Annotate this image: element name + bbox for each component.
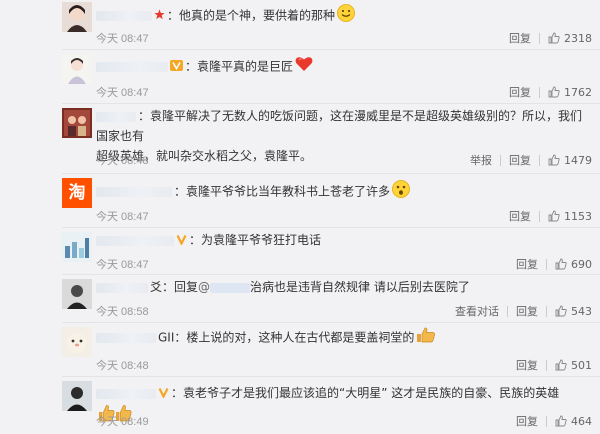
username-tail: 爻 — [150, 280, 163, 294]
avatar[interactable]: 淘 — [62, 178, 92, 208]
username[interactable] — [96, 187, 172, 197]
thumbs-up-icon — [555, 258, 567, 270]
thumbs-up-icon — [555, 415, 567, 427]
comment-time: 今天 08:48 — [96, 155, 149, 167]
avatar[interactable] — [62, 232, 92, 262]
vip-icon — [170, 57, 183, 77]
like-button[interactable]: 2318 — [548, 32, 592, 45]
thumbs-up-emoji-icon — [416, 327, 436, 349]
avatar[interactable] — [62, 54, 92, 84]
username[interactable] — [96, 111, 136, 122]
comment-text: ：为袁隆平爷爷狂打电话 — [189, 233, 322, 247]
reply-link[interactable]: 回复 — [516, 413, 538, 429]
report-link[interactable]: 举报 — [470, 152, 492, 168]
comment-text: ：袁老爷子才是我们最应该追的“大明星” 这才是民族的自豪、民族的英雄 — [171, 386, 560, 400]
comment-time: 今天 08:48 — [96, 360, 149, 372]
like-button[interactable]: 1479 — [548, 154, 592, 167]
username[interactable] — [96, 333, 156, 343]
comment-time: 今天 08:58 — [96, 306, 149, 318]
comment-text: ：袁隆平爷爷比当年教科书上苍老了许多 — [174, 184, 391, 199]
avatar[interactable] — [62, 2, 92, 32]
surprised-emoji-icon — [392, 180, 410, 204]
like-button[interactable]: 501 — [555, 359, 592, 372]
reply-prefix: 回复 — [174, 280, 199, 294]
mention[interactable]: @ — [198, 280, 251, 294]
like-count: 543 — [571, 304, 592, 318]
reply-link[interactable]: 回复 — [509, 84, 531, 100]
comment-time: 今天 08:47 — [96, 87, 149, 99]
like-count: 501 — [571, 358, 592, 372]
thumbs-up-icon — [548, 154, 560, 166]
like-count: 1762 — [564, 85, 592, 99]
reply-link[interactable]: 回复 — [516, 256, 538, 272]
avatar[interactable] — [62, 327, 92, 357]
like-button[interactable]: 1153 — [548, 210, 592, 223]
like-button[interactable]: 464 — [555, 415, 592, 428]
like-count: 2318 — [564, 31, 592, 45]
reply-link[interactable]: 回复 — [509, 208, 531, 224]
like-count: 1479 — [564, 153, 592, 167]
vip-icon — [176, 231, 187, 251]
thumbs-up-icon — [548, 86, 560, 98]
avatar[interactable] — [62, 381, 92, 411]
like-count: 1153 — [564, 209, 592, 223]
like-count: 464 — [571, 414, 592, 428]
comment-time: 今天 08:49 — [96, 416, 149, 428]
comment-time: 今天 08:47 — [96, 33, 149, 45]
like-button[interactable]: 543 — [555, 305, 592, 318]
thumbs-up-icon — [548, 210, 560, 222]
username[interactable] — [96, 388, 156, 399]
like-button[interactable]: 1762 — [548, 86, 592, 99]
view-conversation-link[interactable]: 查看对话 — [455, 303, 499, 319]
avatar-label: 淘 — [68, 183, 86, 203]
thumbs-up-icon — [548, 32, 560, 44]
heart-emoji-icon — [295, 56, 313, 78]
like-button[interactable]: 690 — [555, 258, 592, 271]
reply-link[interactable]: 回复 — [509, 30, 531, 46]
username-tail: GII — [158, 330, 175, 345]
like-count: 690 — [571, 257, 592, 271]
avatar[interactable] — [62, 279, 92, 309]
comment-text: ：袁隆平真的是巨匠 — [185, 59, 294, 74]
comment-text: ：他真的是个神，要供着的那种 — [167, 8, 336, 23]
star-icon — [154, 6, 165, 26]
thumbs-up-icon — [555, 305, 567, 317]
reply-link[interactable]: 回复 — [516, 357, 538, 373]
vip-icon — [158, 384, 169, 404]
username[interactable] — [96, 11, 152, 21]
comment-text: 楼上说的对，这种人在古代都是要盖祠堂的 — [186, 330, 415, 345]
avatar[interactable] — [62, 108, 92, 138]
comment-time: 今天 08:47 — [96, 259, 149, 271]
reply-link[interactable]: 回复 — [509, 152, 531, 168]
thumbs-up-icon — [555, 359, 567, 371]
username[interactable] — [96, 235, 174, 246]
reply-link[interactable]: 回复 — [516, 303, 538, 319]
username[interactable] — [96, 282, 148, 293]
comment-text: ：袁隆平解决了无数人的吃饭问题，这在漫威里是不是超级英雄级别的？所以，我们国家也… — [96, 109, 583, 143]
comment-text: 治病也是违背自然规律 请以后别去医院了 — [250, 280, 470, 294]
comment-time: 今天 08:47 — [96, 211, 149, 223]
username[interactable] — [96, 62, 168, 72]
smile-emoji-icon — [337, 4, 355, 28]
